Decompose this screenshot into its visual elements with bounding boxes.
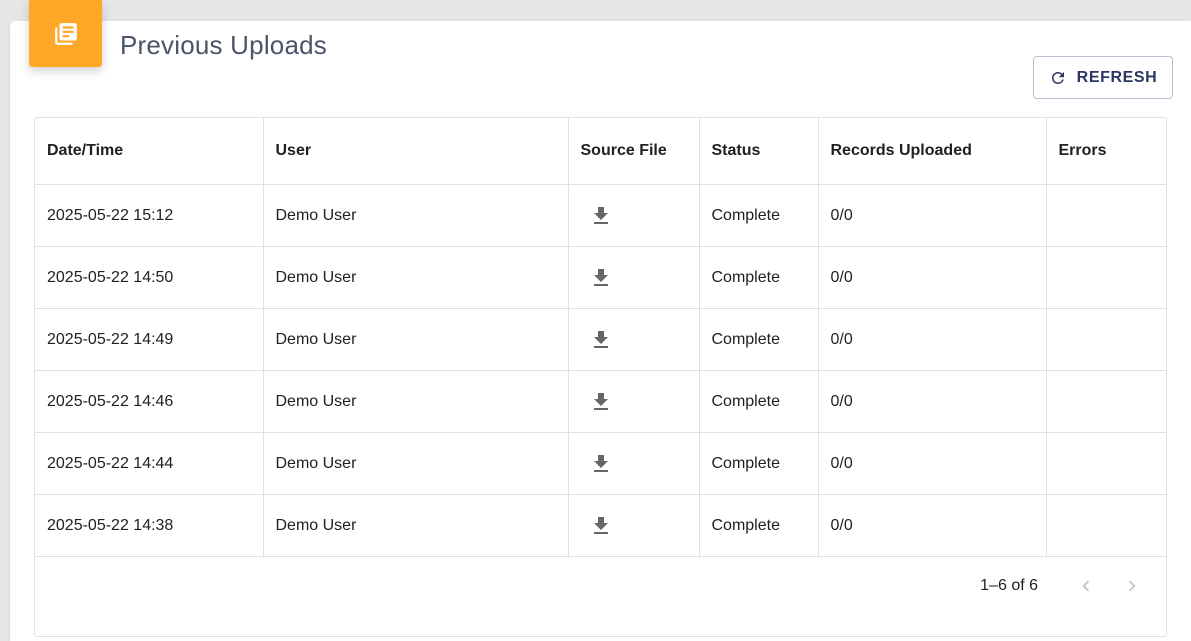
cell-records-uploaded: 0/0 bbox=[818, 308, 1047, 371]
cell-user: Demo User bbox=[263, 494, 569, 557]
cell-records-uploaded: 0/0 bbox=[818, 370, 1047, 433]
cell-datetime: 2025-05-22 14:50 bbox=[35, 246, 264, 309]
cell-datetime: 2025-05-22 15:12 bbox=[35, 184, 264, 247]
table-row: 2025-05-22 14:38 Demo User Complete 0/0 bbox=[35, 494, 1166, 557]
cell-source-file bbox=[568, 184, 700, 247]
cell-source-file bbox=[568, 432, 700, 495]
chevron-left-icon bbox=[1082, 580, 1090, 592]
table-row: 2025-05-22 14:46 Demo User Complete 0/0 bbox=[35, 370, 1166, 433]
pagination-range: 1–6 of 6 bbox=[980, 577, 1038, 594]
download-icon[interactable] bbox=[589, 204, 613, 228]
cell-status: Complete bbox=[699, 432, 819, 495]
cell-datetime: 2025-05-22 14:38 bbox=[35, 494, 264, 557]
table-header-row: Date/Time User Source File Status Record… bbox=[35, 118, 1166, 185]
cell-source-file bbox=[568, 494, 700, 557]
cell-errors bbox=[1046, 308, 1166, 371]
download-icon[interactable] bbox=[589, 452, 613, 476]
cell-source-file bbox=[568, 370, 700, 433]
column-header-datetime[interactable]: Date/Time bbox=[35, 118, 264, 185]
uploads-table: Date/Time User Source File Status Record… bbox=[34, 117, 1167, 637]
refresh-label: REFRESH bbox=[1076, 68, 1158, 86]
cell-records-uploaded: 0/0 bbox=[818, 432, 1047, 495]
cell-status: Complete bbox=[699, 246, 819, 309]
column-header-source-file[interactable]: Source File bbox=[568, 118, 700, 185]
table-row: 2025-05-22 14:49 Demo User Complete 0/0 bbox=[35, 308, 1166, 371]
cell-datetime: 2025-05-22 14:44 bbox=[35, 432, 264, 495]
cell-status: Complete bbox=[699, 370, 819, 433]
download-icon[interactable] bbox=[589, 514, 613, 538]
table-row: 2025-05-22 15:12 Demo User Complete 0/0 bbox=[35, 184, 1166, 247]
cell-datetime: 2025-05-22 14:49 bbox=[35, 308, 264, 371]
cell-status: Complete bbox=[699, 308, 819, 371]
page-title: Previous Uploads bbox=[120, 30, 327, 60]
refresh-button[interactable]: REFRESH bbox=[1033, 56, 1173, 99]
cell-records-uploaded: 0/0 bbox=[818, 246, 1047, 309]
chevron-right-icon bbox=[1128, 580, 1136, 592]
prev-page-button[interactable] bbox=[1074, 574, 1098, 598]
column-header-status[interactable]: Status bbox=[699, 118, 819, 185]
column-header-records-uploaded[interactable]: Records Uploaded bbox=[818, 118, 1047, 185]
next-page-button[interactable] bbox=[1120, 574, 1144, 598]
cell-records-uploaded: 0/0 bbox=[818, 184, 1047, 247]
cell-errors bbox=[1046, 432, 1166, 495]
column-header-user[interactable]: User bbox=[263, 118, 569, 185]
cell-errors bbox=[1046, 184, 1166, 247]
cell-source-file bbox=[568, 308, 700, 371]
cell-user: Demo User bbox=[263, 370, 569, 433]
refresh-icon bbox=[1051, 71, 1064, 84]
cell-user: Demo User bbox=[263, 246, 569, 309]
download-icon[interactable] bbox=[589, 390, 613, 414]
cell-errors bbox=[1046, 370, 1166, 433]
cell-status: Complete bbox=[699, 184, 819, 247]
cell-records-uploaded: 0/0 bbox=[818, 494, 1047, 557]
cell-source-file bbox=[568, 246, 700, 309]
cell-user: Demo User bbox=[263, 308, 569, 371]
cell-user: Demo User bbox=[263, 184, 569, 247]
download-icon[interactable] bbox=[589, 266, 613, 290]
column-header-errors[interactable]: Errors bbox=[1046, 118, 1166, 185]
pagination-footer: 1–6 of 6 bbox=[35, 556, 1166, 616]
cell-datetime: 2025-05-22 14:46 bbox=[35, 370, 264, 433]
cell-status: Complete bbox=[699, 494, 819, 557]
table-row: 2025-05-22 14:44 Demo User Complete 0/0 bbox=[35, 432, 1166, 495]
library-books-icon bbox=[54, 22, 77, 45]
header-icon-badge bbox=[29, 0, 102, 67]
cell-errors bbox=[1046, 494, 1166, 557]
download-icon[interactable] bbox=[589, 328, 613, 352]
table-row: 2025-05-22 14:50 Demo User Complete 0/0 bbox=[35, 246, 1166, 309]
cell-user: Demo User bbox=[263, 432, 569, 495]
cell-errors bbox=[1046, 246, 1166, 309]
